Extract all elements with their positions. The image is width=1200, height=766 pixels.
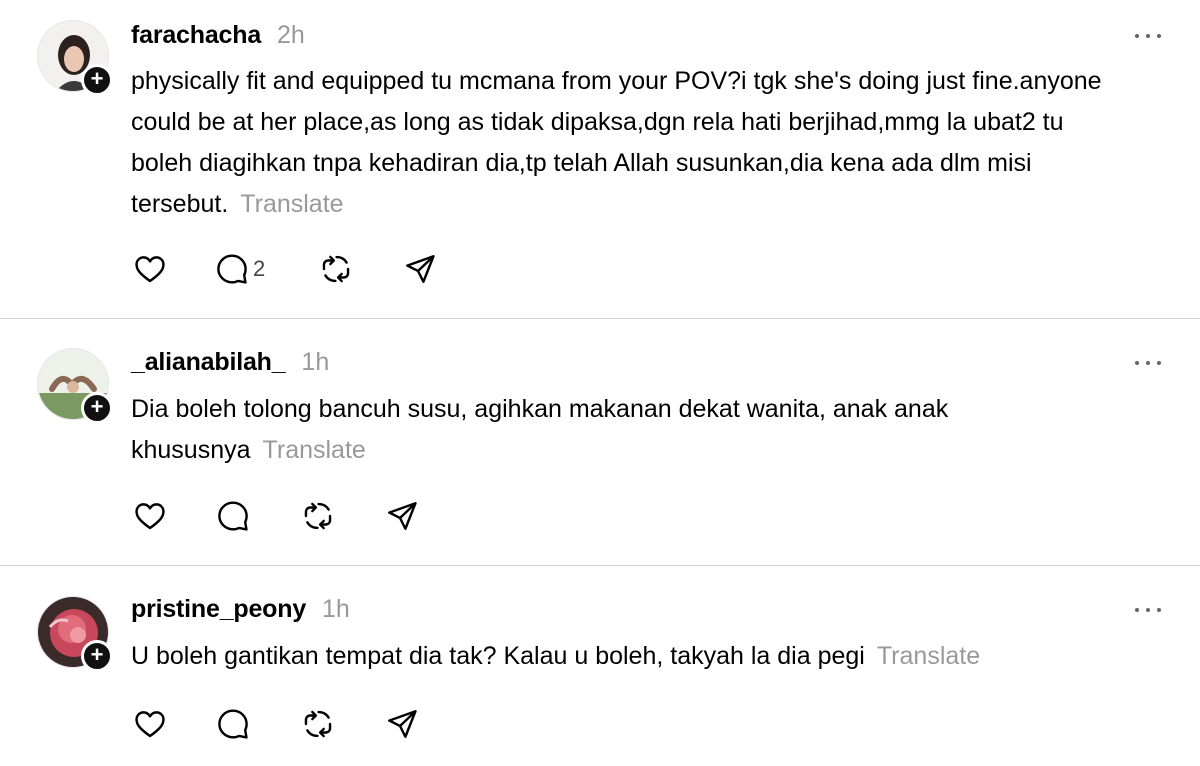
more-icon[interactable] <box>1133 600 1163 620</box>
reply-count: 2 <box>253 256 266 281</box>
post-header: _alianabilah_ 1h <box>131 347 329 377</box>
post-alianabilah: + _alianabilah_ 1h Dia boleh tolong bancu… <box>0 319 1200 565</box>
reply-button[interactable] <box>216 498 250 534</box>
repost-button[interactable] <box>301 706 335 742</box>
timestamp[interactable]: 1h <box>301 348 329 376</box>
timestamp[interactable]: 1h <box>322 595 350 623</box>
comment-icon <box>218 709 248 739</box>
post-text: Dia boleh tolong bancuh susu, agihkan ma… <box>131 395 949 464</box>
follow-plus-icon[interactable]: + <box>81 392 113 424</box>
post-header: farachacha 2h <box>131 20 305 50</box>
reply-button[interactable] <box>216 706 250 742</box>
share-button[interactable] <box>385 498 419 534</box>
heart-icon <box>135 256 165 283</box>
repost-icon <box>304 710 332 738</box>
follow-plus-icon[interactable]: + <box>81 64 113 96</box>
username[interactable]: _alianabilah_ <box>131 348 286 376</box>
comment-icon <box>218 501 248 531</box>
translate-link[interactable]: Translate <box>240 190 343 218</box>
follow-plus-icon[interactable]: + <box>81 640 113 672</box>
reply-button[interactable]: 2 <box>215 251 265 287</box>
share-button[interactable] <box>385 706 419 742</box>
post-header: pristine_peony 1h <box>131 594 350 624</box>
post-pristine-peony: + pristine_peony 1h U boleh gantikan temp… <box>0 566 1200 766</box>
more-icon[interactable] <box>1133 26 1163 46</box>
share-icon <box>406 255 435 283</box>
action-bar <box>131 706 431 742</box>
repost-button[interactable] <box>319 251 353 287</box>
timestamp[interactable]: 2h <box>277 21 305 49</box>
translate-link[interactable]: Translate <box>877 642 980 670</box>
repost-icon <box>322 255 350 283</box>
heart-icon <box>135 503 165 530</box>
repost-icon <box>304 502 332 530</box>
like-button[interactable] <box>133 706 167 742</box>
post-farachacha: + farachacha 2h physically fit and equipp… <box>0 0 1200 318</box>
post-content: U boleh gantikan tempat dia tak? Kalau u… <box>131 636 1131 677</box>
post-text: U boleh gantikan tempat dia tak? Kalau u… <box>131 642 865 670</box>
heart-icon <box>135 711 165 738</box>
username[interactable]: pristine_peony <box>131 595 306 623</box>
action-bar: 2 <box>131 251 461 287</box>
post-content: physically fit and equipped tu mcmana fr… <box>131 61 1131 225</box>
post-content: Dia boleh tolong bancuh susu, agihkan ma… <box>131 389 1131 471</box>
avatar-container[interactable]: + <box>37 348 113 424</box>
like-button[interactable] <box>133 251 167 287</box>
avatar-container[interactable]: + <box>37 596 113 672</box>
comment-icon <box>217 254 247 284</box>
like-button[interactable] <box>133 498 167 534</box>
translate-link[interactable]: Translate <box>263 436 366 464</box>
share-icon <box>388 502 417 530</box>
repost-button[interactable] <box>301 498 335 534</box>
replies-feed: + farachacha 2h physically fit and equipp… <box>0 0 1200 766</box>
share-icon <box>388 710 417 738</box>
action-bar <box>131 498 431 534</box>
share-button[interactable] <box>403 251 437 287</box>
more-icon[interactable] <box>1133 353 1163 373</box>
avatar-container[interactable]: + <box>37 20 113 96</box>
username[interactable]: farachacha <box>131 21 261 49</box>
